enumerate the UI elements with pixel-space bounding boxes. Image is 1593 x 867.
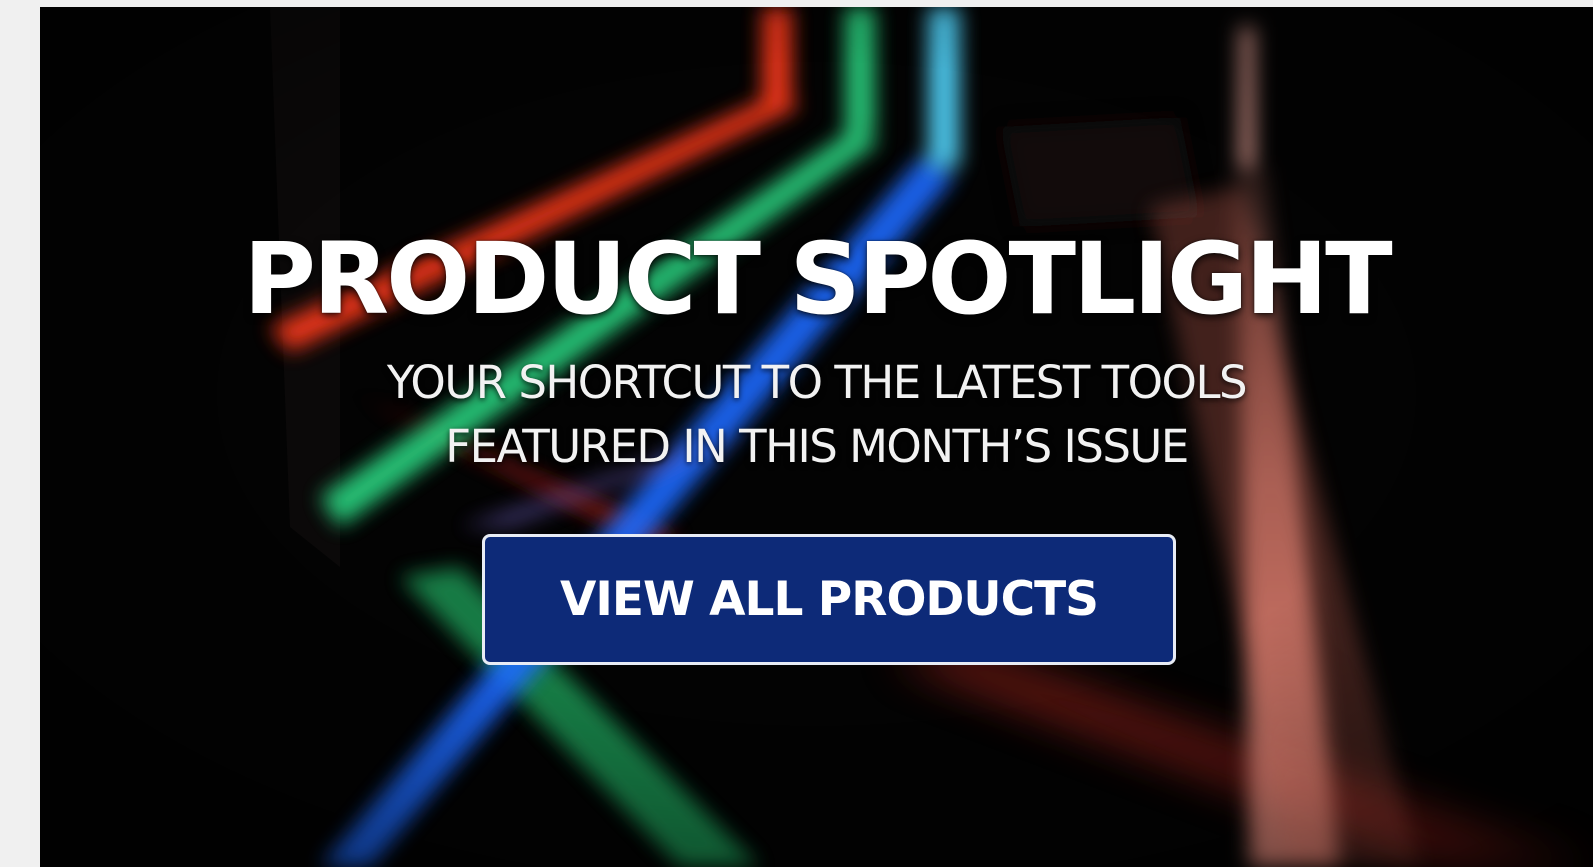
product-spotlight-banner: PRODUCT SPOTLIGHT YOUR SHORTCUT TO THE L… — [40, 7, 1593, 867]
view-all-products-button[interactable]: VIEW ALL PRODUCTS — [482, 534, 1176, 665]
banner-title: PRODUCT SPOTLIGHT — [243, 222, 1392, 337]
banner-subtitle-line-1: YOUR SHORTCUT TO THE LATEST TOOLS — [386, 356, 1248, 409]
page: PRODUCT SPOTLIGHT YOUR SHORTCUT TO THE L… — [0, 0, 1593, 867]
banner-subtitle-line-2: FEATURED IN THIS MONTH’S ISSUE — [445, 420, 1189, 473]
